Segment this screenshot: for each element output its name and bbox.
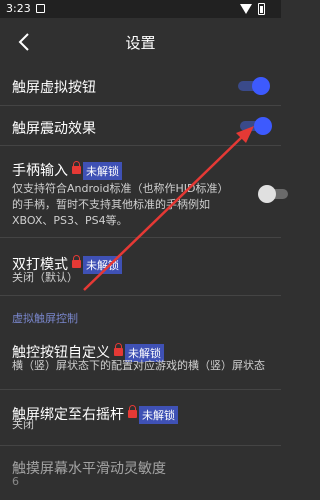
locked-badge: 未解锁 bbox=[139, 406, 178, 424]
notification-icon bbox=[36, 4, 45, 13]
setting-title: 触屏绑定至右摇杆 未解锁 bbox=[12, 404, 178, 424]
setting-description: 仅支持符合Android标准（也称作HID标准）的手柄，暂时不支持其他标准的手柄… bbox=[12, 182, 229, 227]
wifi-icon bbox=[240, 4, 252, 14]
setting-value: 关闭 bbox=[12, 418, 34, 431]
setting-title: 触摸屏幕水平滑动灵敏度 bbox=[12, 461, 166, 477]
setting-double-tap[interactable]: 双打模式 未解锁 关闭（默认） bbox=[0, 238, 281, 296]
setting-swipe-sensitivity[interactable]: 触摸屏幕水平滑动灵敏度 6 bbox=[0, 446, 281, 500]
setting-value: 6 bbox=[12, 475, 19, 488]
gamepad-title: 手柄输入 bbox=[12, 163, 68, 179]
setting-title: 触屏虚拟按钮 bbox=[12, 80, 96, 96]
setting-gamepad[interactable]: 手柄输入 未解锁 仅支持符合Android标准（也称作HID标准）的手柄，暂时不支… bbox=[0, 146, 288, 238]
status-bar: 3:23 bbox=[0, 0, 281, 18]
battery-icon bbox=[258, 3, 265, 15]
setting-description: 横（竖）屏状态下的配置对应游戏的横（竖）屏状态 bbox=[12, 359, 265, 372]
setting-bind-right-stick[interactable]: 触屏绑定至右摇杆 未解锁 关闭 bbox=[0, 390, 281, 446]
vibration-switch[interactable] bbox=[238, 116, 272, 136]
locked-badge: 未解锁 bbox=[83, 162, 122, 180]
setting-title: 手柄输入 未解锁 bbox=[12, 160, 122, 180]
app-bar: 设置 bbox=[0, 18, 281, 66]
setting-title: 触屏震动效果 bbox=[12, 121, 96, 137]
lock-icon bbox=[72, 255, 81, 268]
page-title: 设置 bbox=[125, 34, 156, 52]
setting-value: 关闭（默认） bbox=[12, 271, 78, 284]
virtual-buttons-switch[interactable] bbox=[236, 76, 270, 96]
lock-icon bbox=[114, 343, 123, 356]
setting-custom-buttons[interactable]: 触控按钮自定义 未解锁 横（竖）屏状态下的配置对应游戏的横（竖）屏状态 bbox=[0, 330, 281, 390]
lock-icon bbox=[72, 161, 81, 174]
section-header: 虚拟触屏控制 bbox=[12, 312, 78, 325]
setting-virtual-buttons[interactable]: 触屏虚拟按钮 bbox=[0, 66, 281, 106]
locked-badge: 未解锁 bbox=[83, 256, 122, 274]
status-time: 3:23 bbox=[6, 2, 31, 15]
setting-vibration[interactable]: 触屏震动效果 bbox=[0, 106, 281, 146]
lock-icon bbox=[128, 405, 137, 418]
gamepad-switch[interactable] bbox=[258, 184, 292, 204]
